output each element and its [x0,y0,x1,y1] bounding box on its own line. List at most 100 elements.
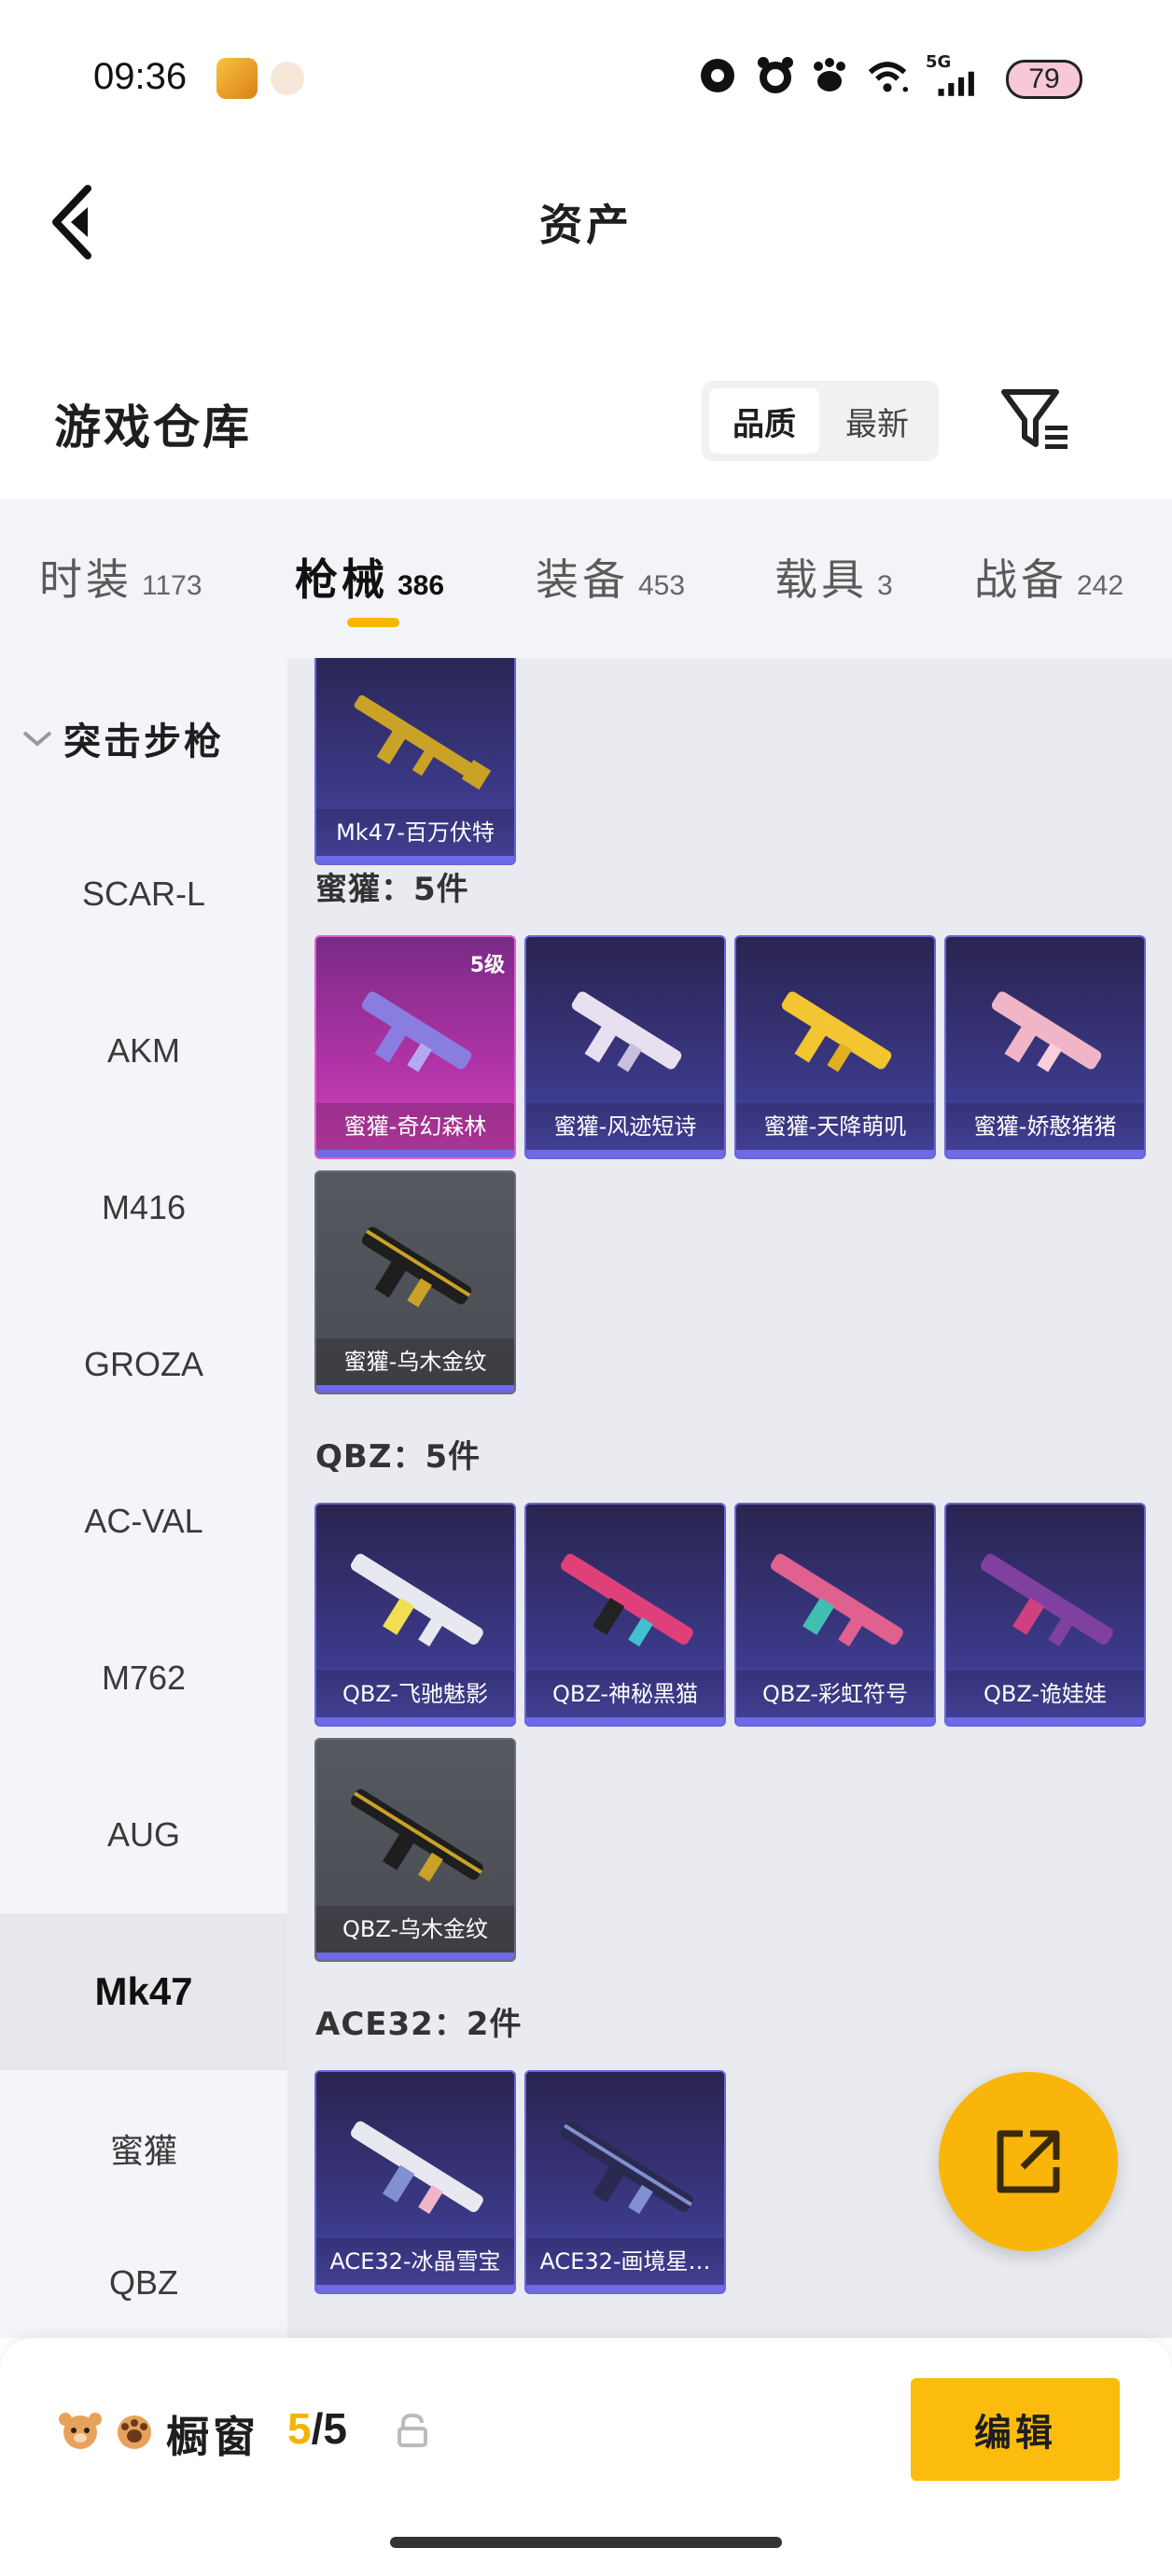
tab-count: 1173 [142,570,202,601]
rifle-icon [351,1788,483,1883]
sidebar-item-ac-val[interactable]: AC-VAL [0,1443,287,1600]
weapon-card[interactable]: QBZ-乌木金纹 [314,1738,516,1962]
rarity-bar [526,1717,724,1725]
sort-quality-button[interactable]: 品质 [709,388,819,454]
page-title: 资产 [539,200,633,250]
sort-newest-button[interactable]: 最新 [821,388,933,454]
rarity-bar [736,1717,934,1725]
tab-label: 载具 [774,554,868,605]
rifle-icon [771,1553,903,1647]
tab-label: 战备 [974,554,1067,605]
showcase-count-current: 5 [287,2404,312,2453]
weapon-card[interactable]: 蜜獾-天降萌叽 [734,935,936,1159]
rarity-bar [526,2285,724,2292]
share-button[interactable] [939,2072,1118,2251]
signal-icon [937,62,980,105]
weapon-name: 蜜獾-娇憨猪猪 [946,1103,1144,1150]
tab-supplies[interactable]: 战备 242 [974,546,1123,605]
weapon-card[interactable]: QBZ-彩虹符号 [734,1503,936,1727]
tab-equipment[interactable]: 装备 453 [536,546,686,605]
sidebar-item-mk47[interactable]: Mk47 [0,1913,287,2070]
section-header-honey-badger: 蜜獾：5件 [315,871,469,908]
weapon-card[interactable]: 蜜獾-娇憨猪猪 [944,935,1146,1159]
weapon-name: ACE32-画境星… [526,2238,724,2285]
rarity-bar [946,1717,1144,1725]
tab-label: 装备 [536,554,629,605]
sidebar-item-aug[interactable]: AUG [0,1757,287,1913]
showcase-label: 橱窗 [166,2412,259,2462]
smg-icon [361,991,472,1072]
section-header-qbz: QBZ：5件 [315,1438,481,1476]
weapon-card[interactable]: QBZ-飞驰魅影 [314,1503,516,1727]
rarity-bar [526,1150,724,1157]
sidebar-item-honey-badger[interactable]: 蜜獾 [0,2070,287,2227]
smg-icon [781,991,892,1072]
rarity-bar [316,2285,514,2292]
sidebar-item-scar-l[interactable]: SCAR-L [0,816,287,973]
home-indicator[interactable] [390,2537,782,2548]
chevron-down-icon [22,731,52,747]
wifi-icon [866,54,909,97]
section-header-ace32: ACE32：2件 [315,2006,523,2043]
rifle-icon [351,2121,483,2215]
smg-icon [361,1226,472,1308]
weapon-card[interactable]: Mk47-百万伏特 [314,658,516,865]
weapon-name: 蜜獾-天降萌叽 [736,1103,934,1150]
filter-button[interactable] [998,383,1073,457]
sidebar-item-groza[interactable]: GROZA [0,1286,287,1443]
tab-label: 枪械 [295,554,388,605]
rifle-icon [561,1553,693,1647]
app-notification-icon [216,58,258,99]
edit-button[interactable]: 编辑 [911,2378,1120,2481]
tab-vehicles[interactable]: 载具 3 [774,546,893,605]
weapon-card[interactable]: QBZ-神秘黑猫 [524,1503,726,1727]
sidebar-item-m762[interactable]: M762 [0,1600,287,1757]
rarity-bar [316,1717,514,1725]
weapon-name: 蜜獾-奇幻森林 [316,1103,514,1150]
tab-label: 时装 [39,554,133,605]
filter-icon [1001,389,1067,449]
paw-icon [118,2415,151,2449]
weapon-name: ACE32-冰晶雪宝 [316,2238,514,2285]
pet-notification-icon [271,62,304,95]
rarity-bar [316,1150,514,1157]
sidebar-item-qbz[interactable]: QBZ [0,2227,287,2338]
sidebar-item-m416[interactable]: M416 [0,1129,287,1286]
paw-icon [808,54,851,97]
tab-count: 3 [877,570,893,601]
flower-icon [696,54,739,97]
rarity-bar [736,1150,934,1157]
weapon-card[interactable]: ACE32-画境星… [524,2070,726,2294]
weapon-name: Mk47-百万伏特 [316,809,514,856]
weapon-name: 蜜獾-乌木金纹 [316,1338,514,1385]
weapon-name: 蜜獾-风迹短诗 [526,1103,724,1150]
showcase-icons [56,2410,159,2451]
tab-count: 386 [398,570,445,601]
rarity-bar [946,1150,1144,1157]
tab-count: 453 [638,570,686,601]
tab-fashion[interactable]: 时装 1173 [39,546,202,605]
rifle-icon [561,2121,693,2215]
sidebar-category-label: 突击步枪 [63,721,224,763]
weapon-name: QBZ-飞驰魅影 [316,1671,514,1717]
weapon-card[interactable]: ACE32-冰晶雪宝 [314,2070,516,2294]
tab-firearms[interactable]: 枪械 386 [295,546,445,605]
lock-icon[interactable] [396,2412,429,2449]
sidebar-category-header[interactable]: 突击步枪 [21,711,224,765]
weapon-name: QBZ-神秘黑猫 [526,1671,724,1717]
weapon-card[interactable]: 5级 蜜獾-奇幻森林 [314,935,516,1159]
sidebar-item-akm[interactable]: AKM [0,973,287,1129]
weapon-name: QBZ-诡娃娃 [946,1671,1144,1717]
weapon-card[interactable]: QBZ-诡娃娃 [944,1503,1146,1727]
rifle-icon [351,1553,483,1647]
smg-icon [991,991,1102,1072]
showcase-count: 5/5 [287,2403,347,2454]
weapon-card[interactable]: 蜜獾-风迹短诗 [524,935,726,1159]
share-icon [997,2130,1060,2193]
rarity-bar [316,856,514,863]
alarm-icon [754,54,797,97]
weapon-card[interactable]: 蜜獾-乌木金纹 [314,1170,516,1394]
rifle-icon [981,1553,1113,1647]
weapon-name: QBZ-乌木金纹 [316,1906,514,1953]
smg-icon [571,991,682,1072]
